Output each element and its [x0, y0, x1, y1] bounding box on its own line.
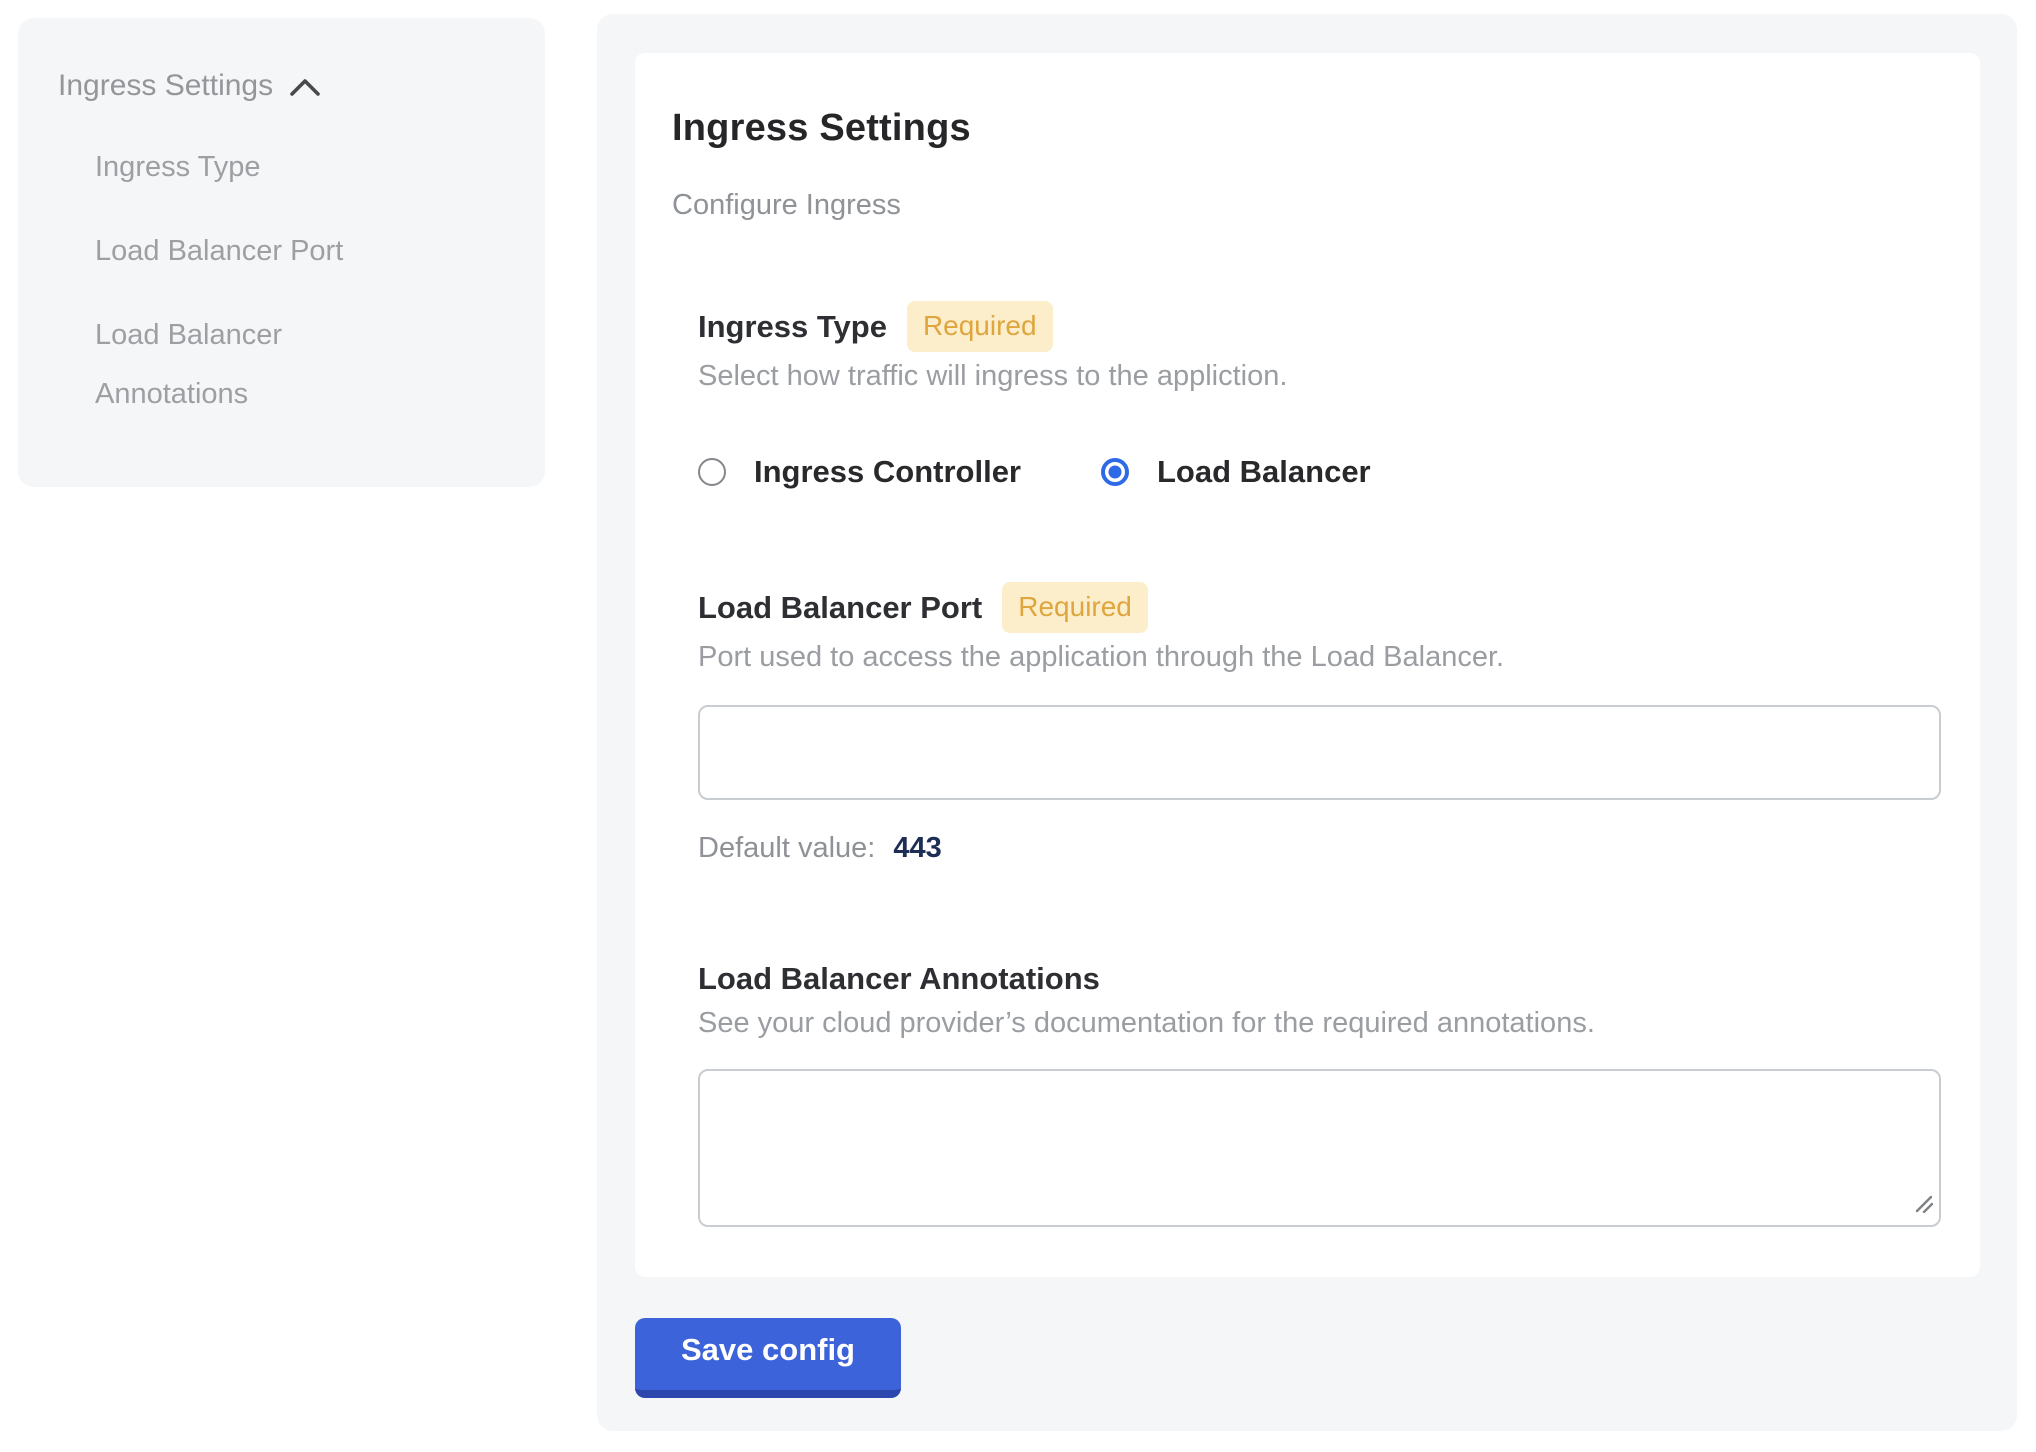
load-balancer-annotations-description: See your cloud provider’s documentation …	[698, 1005, 1935, 1041]
sidebar-item-load-balancer-annotations[interactable]: Load Balancer Annotations	[95, 306, 425, 424]
radio-option-ingress-controller[interactable]: Ingress Controller	[698, 454, 1021, 490]
sidebar-nav: Ingress Type Load Balancer Port Load Bal…	[95, 138, 425, 424]
resize-handle-icon[interactable]	[1911, 1191, 1933, 1218]
load-balancer-annotations-heading: Load Balancer Annotations	[698, 959, 1100, 999]
load-balancer-annotations-textarea[interactable]	[698, 1069, 1941, 1227]
radio-option-load-balancer[interactable]: Load Balancer	[1101, 454, 1371, 490]
section-load-balancer-port: Load Balancer Port Required Port used to…	[698, 582, 1935, 865]
load-balancer-port-description: Port used to access the application thro…	[698, 639, 1935, 675]
save-config-button[interactable]: Save config	[635, 1318, 901, 1398]
load-balancer-port-heading: Load Balancer Port	[698, 588, 982, 628]
ingress-type-description: Select how traffic will ingress to the a…	[698, 358, 1935, 394]
ingress-type-radio-group: Ingress Controller Load Balancer	[698, 454, 1935, 490]
default-value-line: Default value: 443	[698, 832, 1935, 865]
ingress-type-heading: Ingress Type	[698, 307, 887, 347]
sidebar-group-ingress-settings[interactable]: Ingress Settings	[58, 64, 505, 108]
default-value-number: 443	[893, 832, 941, 864]
required-badge: Required	[1002, 582, 1148, 633]
radio-selected-icon	[1101, 458, 1129, 486]
sidebar-group-label: Ingress Settings	[58, 66, 273, 106]
page-title: Ingress Settings	[672, 105, 1935, 151]
main-panel: Ingress Settings Configure Ingress Ingre…	[597, 14, 2017, 1431]
ingress-settings-card: Ingress Settings Configure Ingress Ingre…	[635, 53, 1980, 1277]
radio-label-load-balancer: Load Balancer	[1157, 454, 1371, 490]
sidebar-item-load-balancer-port[interactable]: Load Balancer Port	[95, 222, 425, 281]
page-subtitle: Configure Ingress	[672, 187, 1935, 223]
load-balancer-port-input[interactable]	[698, 705, 1941, 800]
required-badge: Required	[907, 301, 1053, 352]
sidebar-item-ingress-type[interactable]: Ingress Type	[95, 138, 425, 197]
radio-unselected-icon	[698, 458, 726, 486]
radio-label-ingress-controller: Ingress Controller	[754, 454, 1021, 490]
section-ingress-type: Ingress Type Required Select how traffic…	[698, 301, 1935, 490]
chevron-up-icon	[289, 68, 321, 108]
sidebar: Ingress Settings Ingress Type Load Balan…	[18, 18, 545, 487]
default-value-label: Default value:	[698, 832, 875, 864]
section-load-balancer-annotations: Load Balancer Annotations See your cloud…	[698, 959, 1935, 1227]
